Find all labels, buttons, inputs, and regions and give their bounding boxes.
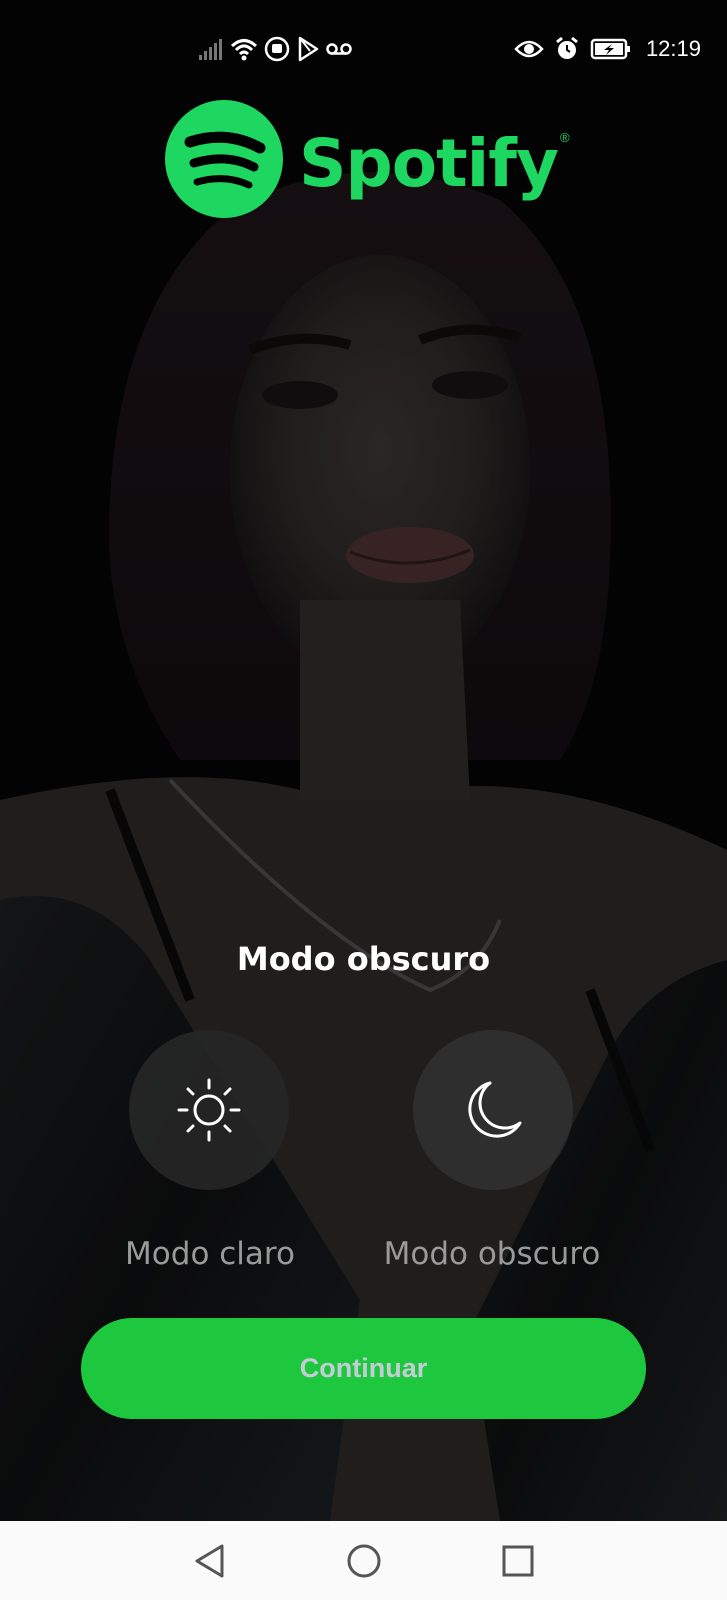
moon-icon [468,1081,522,1138]
battery-charging-icon [590,38,630,60]
brand-name: Spotify [299,124,559,202]
play-store-icon [298,36,319,62]
spotify-icon [165,100,283,218]
screen: 12:19 Spotify ® Modo obscuro Modo claro … [0,0,727,1600]
home-button[interactable] [342,1539,386,1583]
light-mode-button[interactable] [129,1030,289,1190]
continue-button[interactable]: Continuar [81,1318,646,1419]
sun-icon [177,1078,241,1142]
status-bar: 12:19 [0,0,727,100]
dark-mode-label: Modo obscuro [383,1236,601,1272]
wifi-icon [230,39,258,61]
recents-icon [502,1545,533,1576]
status-icons-left [198,36,352,62]
dark-mode-button[interactable] [413,1030,573,1190]
light-mode-label: Modo claro [125,1236,295,1272]
signal-icon [199,39,222,60]
registered-mark: ® [560,129,570,145]
eye-icon [514,40,544,58]
background-photo [0,0,727,1521]
recents-button[interactable] [496,1539,540,1583]
spotify-logo: Spotify ® [165,100,570,218]
voicemail-icon [326,43,352,55]
navigation-bar [0,1521,727,1600]
status-clock: 12:19 [645,36,701,61]
theme-section-title: Modo obscuro [236,940,491,978]
back-icon [195,1544,223,1577]
back-button[interactable] [188,1539,232,1583]
home-icon [347,1544,380,1577]
alarm-icon [556,36,578,59]
status-icons-right: 12:19 [514,36,701,62]
app-notification-icon [264,36,290,62]
